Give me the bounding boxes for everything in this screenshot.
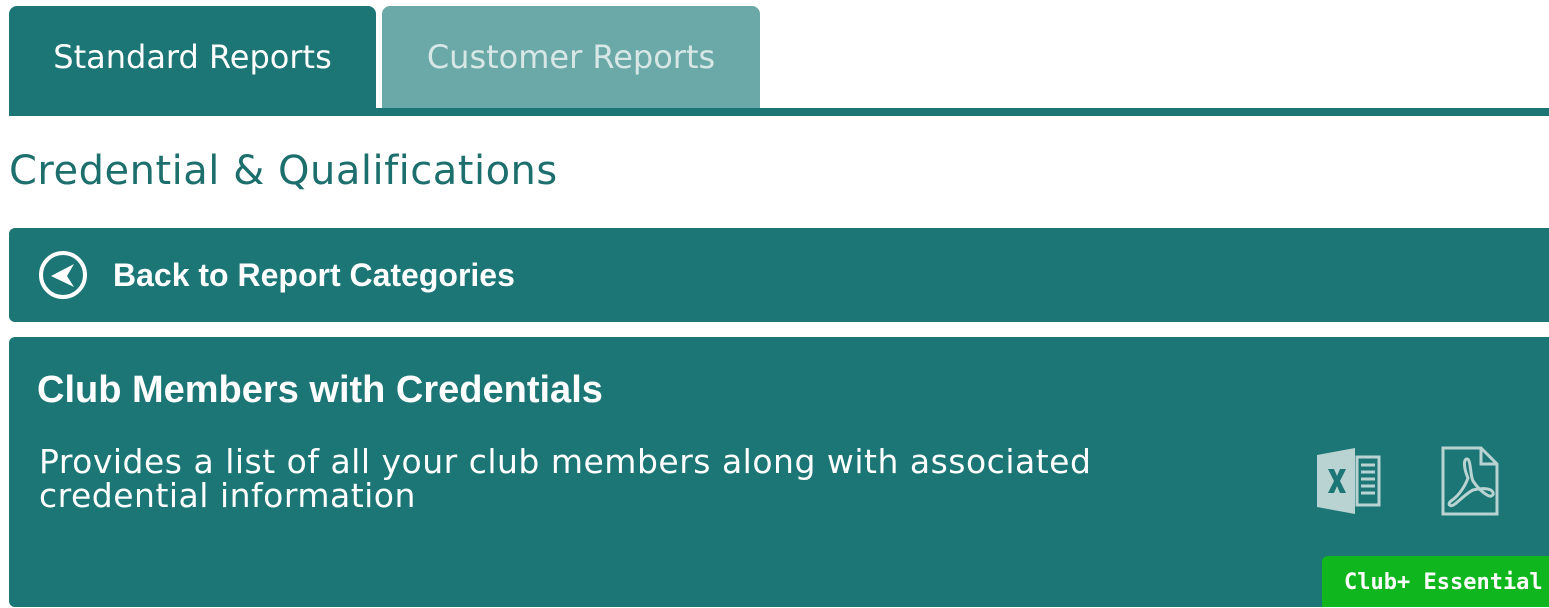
tab-standard-reports[interactable]: Standard Reports	[9, 6, 376, 108]
tab-customer-reports[interactable]: Customer Reports	[382, 6, 760, 108]
excel-icon[interactable]	[1315, 445, 1385, 517]
report-description: Provides a list of all your club members…	[39, 442, 1092, 515]
pdf-icon[interactable]	[1437, 445, 1503, 517]
tab-underline	[9, 108, 1549, 116]
report-title[interactable]: Club Members with Credentials	[37, 369, 603, 412]
report-tabs: Standard Reports Customer Reports	[9, 6, 760, 108]
plan-badge: Club+ Essential	[1322, 556, 1549, 607]
back-arrow-circle-icon	[37, 249, 89, 301]
back-to-categories-button[interactable]: Back to Report Categories	[9, 228, 1549, 322]
back-label: Back to Report Categories	[113, 256, 515, 293]
page-title: Credential & Qualifications	[9, 148, 558, 194]
report-card: Club Members with Credentials Provides a…	[9, 337, 1549, 607]
